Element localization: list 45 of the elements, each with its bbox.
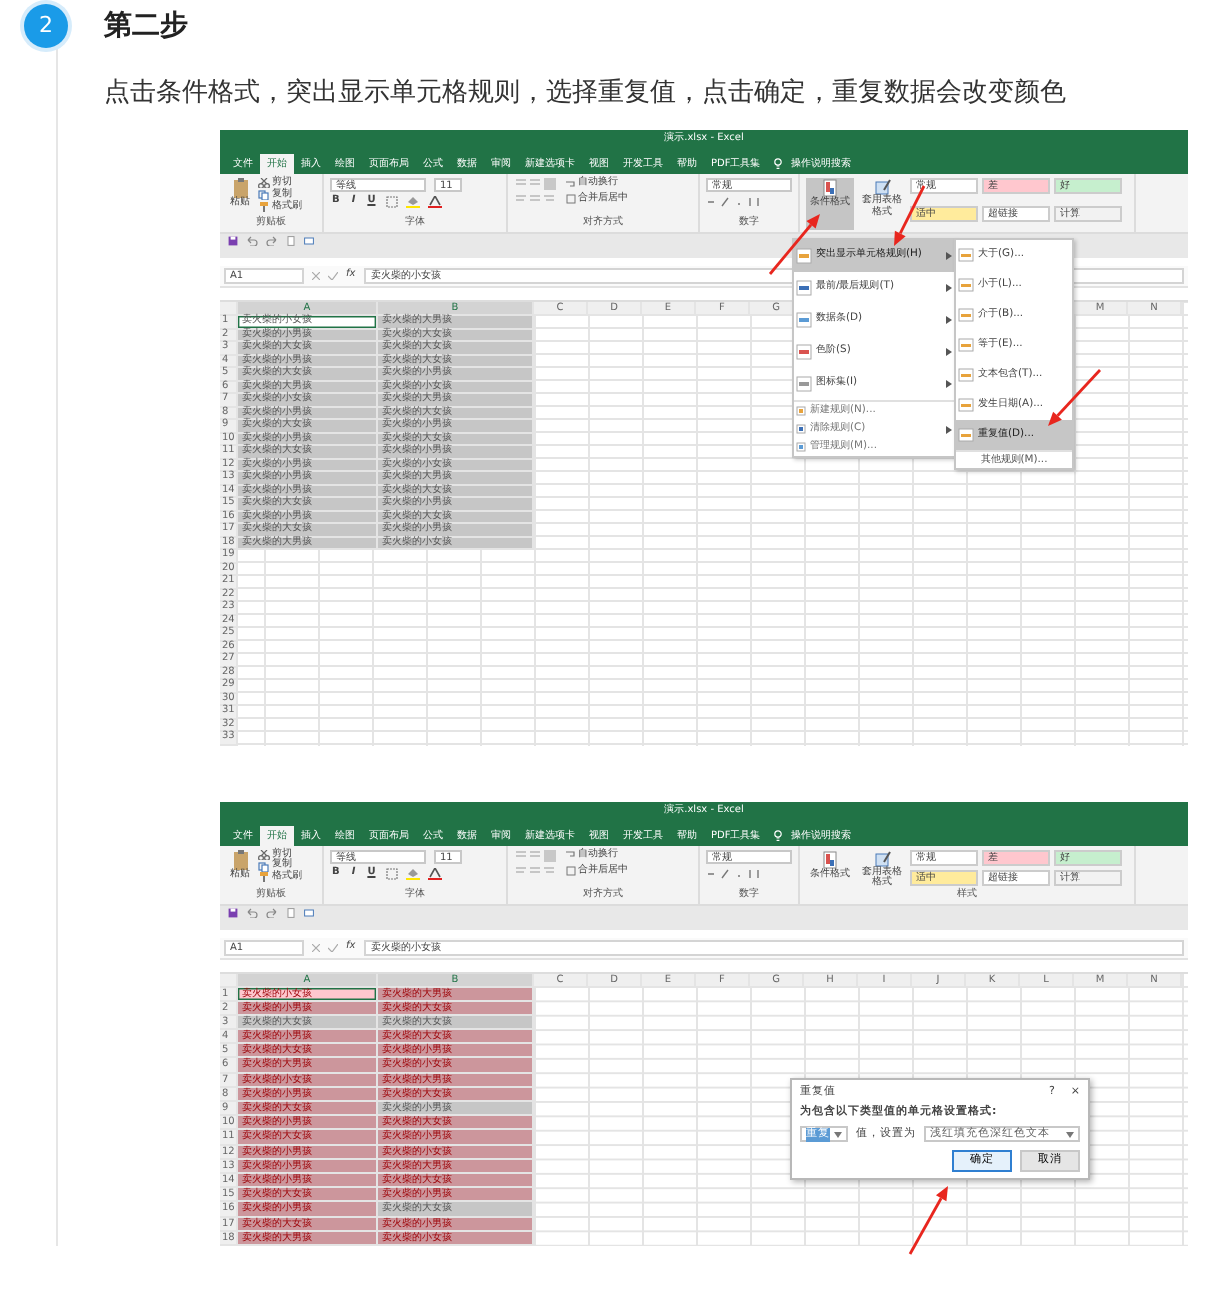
clipboard-icon [231,178,249,198]
align-icon[interactable] [514,865,558,876]
instruction-text: 点击条件格式，突出显示单元格规则，选择重复值，点击确定，重复数据会改变颜色 [104,76,1068,112]
document-icon[interactable] [286,907,296,917]
border-icon[interactable] [385,867,398,879]
undo-icon[interactable] [246,236,258,246]
save-icon[interactable] [228,236,238,246]
lightbulb-icon [774,158,783,170]
redo-icon[interactable] [266,907,278,917]
cancel-icon[interactable] [312,272,320,280]
scissors-icon [258,849,270,860]
step-number: 2 [24,4,68,48]
brush-icon [258,872,270,883]
document-icon[interactable] [286,236,296,246]
copy-icon [258,190,270,201]
wrap-icon [566,179,576,189]
cancel-icon[interactable] [312,943,320,951]
align-icon[interactable] [514,194,558,205]
merge-icon [566,865,576,876]
redo-icon[interactable] [266,236,278,246]
table-brush-icon [873,178,891,196]
align-top-icon[interactable] [514,178,558,190]
dropdown-caret-icon [834,1131,842,1138]
check-icon[interactable] [328,272,338,280]
table-brush-icon [873,849,891,867]
wrap-icon [566,850,576,860]
clipboard-icon [231,849,249,869]
copy-icon [258,861,270,872]
fill-color-icon[interactable] [405,196,420,208]
lightbulb-icon [774,829,783,841]
check-icon[interactable] [328,943,338,951]
save-icon[interactable] [228,907,238,917]
align-top-icon[interactable] [514,849,558,861]
font-color-icon[interactable] [427,867,442,879]
fill-color-icon[interactable] [405,867,420,879]
dropdown-caret-icon [1066,1131,1074,1138]
print-preview-icon[interactable] [304,236,314,246]
undo-icon[interactable] [246,907,258,917]
scissors-icon [258,178,270,189]
merge-icon [566,194,576,205]
font-color-icon[interactable] [427,196,442,208]
brush-icon [258,201,270,212]
print-preview-icon[interactable] [304,907,314,917]
step-title: 第二步 [104,8,188,46]
border-icon[interactable] [385,196,398,208]
